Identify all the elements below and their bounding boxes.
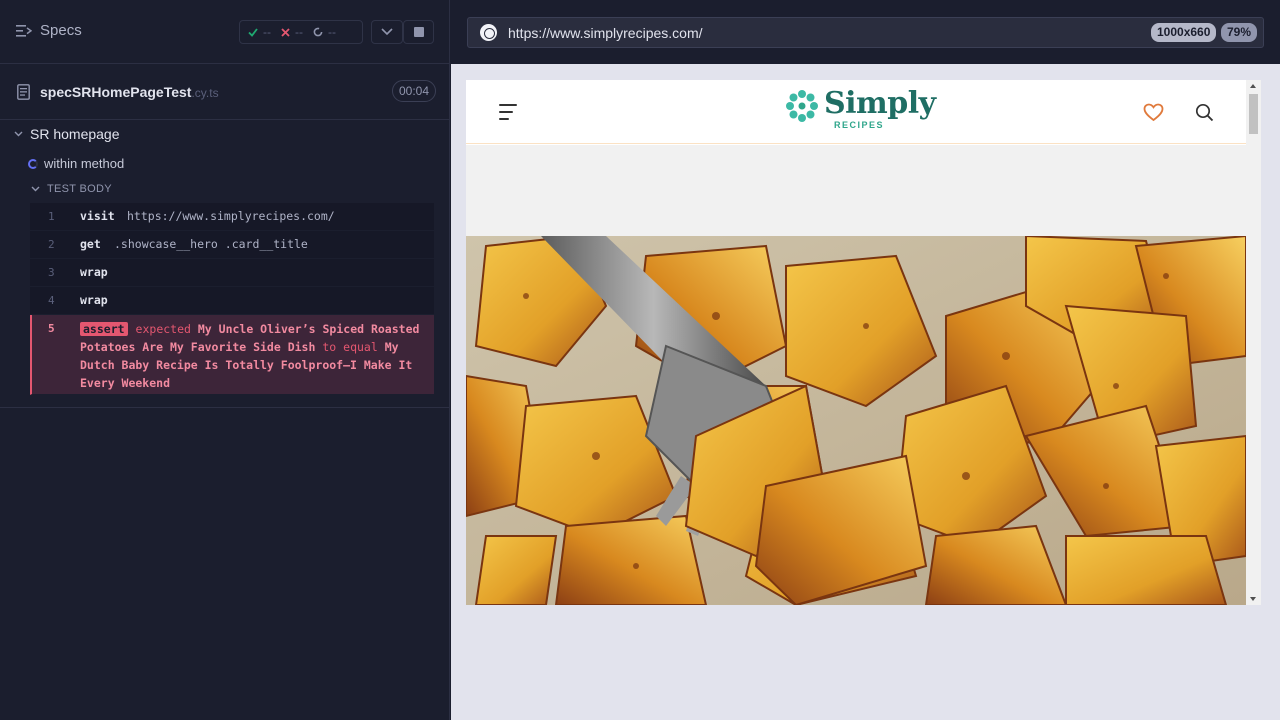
specs-button[interactable]: Specs [16, 22, 82, 39]
scroll-thumb[interactable] [1249, 94, 1258, 134]
passed-count: -- [263, 25, 271, 39]
command-number: 2 [48, 238, 55, 251]
spec-extension: .cy.ts [191, 86, 219, 100]
pending-stat: -- [313, 25, 336, 39]
scroll-down-icon[interactable] [1250, 597, 1256, 601]
command-name: visit [80, 209, 115, 223]
ad-placeholder [466, 145, 1246, 236]
failed-assert-row[interactable]: 5 assert expected My Uncle Oliver’s Spice… [30, 315, 434, 395]
site-info-icon [480, 24, 497, 41]
reporter-header: Specs -- -- -- [0, 0, 450, 64]
command-row[interactable]: 4 wrap [30, 287, 434, 315]
suite-label: SR homepage [30, 126, 120, 142]
keyword-expected: expected [135, 322, 191, 336]
command-name: get [80, 237, 101, 251]
command-number: 5 [48, 322, 55, 335]
command-arg: .showcase__hero .card__title [114, 237, 308, 251]
command-log: 1 visit https://www.simplyrecipes.com/ 2… [30, 203, 434, 395]
chevron-down-icon [31, 186, 40, 192]
command-number: 4 [48, 294, 55, 307]
vertical-scrollbar[interactable] [1246, 80, 1261, 605]
test-reporter: Specs -- -- -- specSRHomePageTest.cy.ts … [0, 0, 450, 720]
command-arg: https://www.simplyrecipes.com/ [127, 209, 335, 223]
hero-image[interactable] [466, 236, 1246, 605]
duration-badge: 00:04 [392, 80, 437, 102]
spec-header: specSRHomePageTest.cy.ts 00:04 [0, 65, 450, 120]
test-body-label: TEST BODY [47, 183, 112, 195]
failed-count: -- [295, 25, 303, 39]
assert-badge: assert [80, 322, 128, 336]
test-title[interactable]: within method [28, 156, 124, 171]
keyword-to: to [322, 340, 337, 354]
url-text: https://www.simplyrecipes.com/ [508, 25, 703, 41]
command-number: 1 [48, 210, 55, 223]
specs-label: Specs [40, 22, 82, 39]
failed-stat: -- [281, 25, 303, 39]
command-row[interactable]: 3 wrap [30, 259, 434, 287]
scroll-up-icon[interactable] [1250, 84, 1256, 88]
roasted-potatoes-image [466, 236, 1246, 605]
menu-icon[interactable] [499, 104, 517, 125]
zoom-badge[interactable]: 79% [1221, 23, 1258, 42]
logo-text: Simply [824, 86, 936, 121]
test-body-header[interactable]: TEST BODY [31, 183, 112, 195]
check-icon [248, 27, 258, 37]
test-stats: -- -- -- [239, 20, 363, 44]
flower-logo-icon [786, 90, 818, 122]
divider [0, 407, 450, 408]
spec-name-text: specSRHomePageTest [40, 84, 192, 100]
command-name: wrap [80, 265, 108, 279]
pending-count: -- [328, 25, 336, 39]
spec-file-name[interactable]: specSRHomePageTest.cy.ts [40, 84, 219, 100]
chevron-down-icon [14, 131, 23, 137]
suite-title[interactable]: SR homepage [14, 126, 120, 142]
site-header: Simply RECIPES [466, 80, 1246, 144]
command-number: 3 [48, 266, 55, 279]
file-icon [17, 84, 30, 100]
running-spinner-icon [28, 158, 38, 169]
assert-message: assert expected My Uncle Oliver’s Spiced … [80, 320, 430, 392]
command-row[interactable]: 1 visit https://www.simplyrecipes.com/ [30, 203, 434, 231]
site-iframe: Simply RECIPES [466, 80, 1261, 605]
specs-list-icon [16, 24, 32, 37]
app-preview: https://www.simplyrecipes.com/ 1000x660 … [451, 0, 1280, 720]
passed-stat: -- [248, 25, 271, 39]
chevron-down-icon [381, 28, 393, 36]
test-label: within method [44, 156, 125, 171]
command-row[interactable]: 2 get .showcase__hero .card__title [30, 231, 434, 259]
keyword-equal: equal [343, 340, 378, 354]
heart-icon[interactable] [1143, 103, 1164, 122]
viewport-size-badge[interactable]: 1000x660 [1151, 23, 1217, 42]
site-logo[interactable]: Simply RECIPES [784, 86, 936, 132]
auto-scroll-toggle[interactable] [371, 20, 403, 44]
pending-icon [313, 27, 323, 37]
browser-toolbar: https://www.simplyrecipes.com/ 1000x660 … [451, 0, 1280, 64]
url-bar[interactable]: https://www.simplyrecipes.com/ 1000x660 … [467, 17, 1264, 48]
command-name: wrap [80, 293, 108, 307]
stop-icon [414, 27, 424, 37]
search-icon[interactable] [1195, 103, 1214, 122]
x-icon [281, 27, 290, 37]
stop-button[interactable] [403, 20, 434, 44]
logo-subtext: RECIPES [834, 120, 885, 130]
logo-wordmark: Simply RECIPES [824, 86, 936, 132]
